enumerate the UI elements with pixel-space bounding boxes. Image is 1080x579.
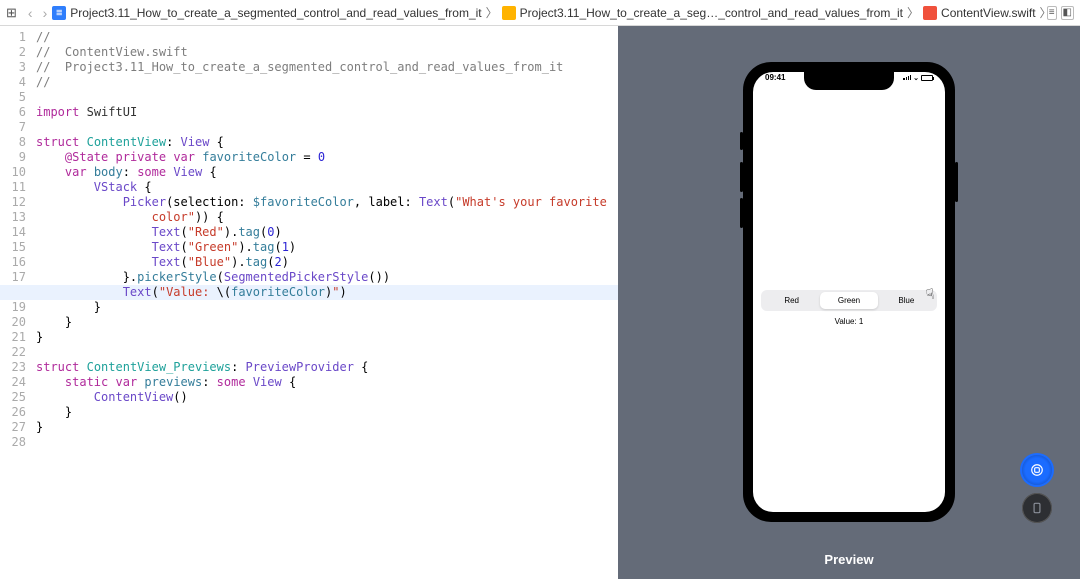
preview-canvas[interactable]: 09:41 ⌄ RedGreenBlue Value: 1 ☟ — [618, 26, 1080, 579]
code-line[interactable]: }.pickerStyle(SegmentedPickerStyle()) — [36, 270, 618, 285]
code-line[interactable]: @State private var favoriteColor = 0 — [36, 150, 618, 165]
battery-icon — [921, 75, 933, 81]
file-icon — [923, 6, 937, 20]
signal-icon — [903, 75, 911, 80]
code-line[interactable]: VStack { — [36, 180, 618, 195]
code-line[interactable]: } — [36, 420, 618, 435]
code-line[interactable]: struct ContentView_Previews: PreviewProv… — [36, 360, 618, 375]
code-line[interactable]: var body: some View { — [36, 165, 618, 180]
code-line[interactable]: } — [36, 405, 618, 420]
breadcrumb-item[interactable]: ContentView.swift — [923, 6, 1036, 20]
live-preview-button[interactable] — [1022, 455, 1052, 485]
code-line[interactable]: color")) { — [36, 210, 618, 225]
segment-green[interactable]: Green — [820, 292, 877, 309]
cursor-icon: ☟ — [925, 285, 936, 303]
code-line[interactable]: } — [36, 315, 618, 330]
code-line[interactable]: ContentView() — [36, 390, 618, 405]
value-label: Value: 1 — [761, 317, 937, 326]
line-gutter: 1234567891011121314151617181920212223242… — [0, 26, 32, 450]
simulator-frame: 09:41 ⌄ RedGreenBlue Value: 1 ☟ — [743, 62, 955, 522]
code-line[interactable]: import SwiftUI — [36, 105, 618, 120]
code-line[interactable] — [36, 120, 618, 135]
nav-back-icon[interactable]: ‹ — [28, 5, 33, 21]
breadcrumb-item[interactable]: ≣ Project3.11_How_to_create_a_segmented_c… — [52, 6, 481, 20]
device-notch — [804, 72, 894, 90]
code-line[interactable]: // ContentView.swift — [36, 45, 618, 60]
wifi-icon: ⌄ — [913, 74, 919, 82]
breadcrumb-item[interactable]: Project3.11_How_to_create_a_seg…_control… — [502, 6, 903, 20]
editor-layout-icons[interactable]: ≡ ◧ — [1047, 6, 1074, 20]
editor-layout-split-icon[interactable]: ◧ — [1061, 6, 1074, 20]
code-line[interactable] — [36, 435, 618, 450]
breadcrumb-label: ContentView.swift — [941, 6, 1036, 20]
code-line[interactable]: } — [36, 300, 618, 315]
breadcrumb-label: Project3.11_How_to_create_a_seg…_control… — [520, 6, 903, 20]
code-line[interactable]: // Project3.11_How_to_create_a_segmented… — [36, 60, 618, 75]
code-line[interactable]: // — [36, 30, 618, 45]
code-line[interactable] — [36, 90, 618, 105]
nav-forward-icon[interactable]: › — [43, 5, 48, 21]
code-line[interactable]: Text("Green").tag(1) — [36, 240, 618, 255]
preview-device-button[interactable] — [1022, 493, 1052, 523]
code-editor[interactable]: 1234567891011121314151617181920212223242… — [0, 26, 618, 579]
code-line[interactable]: Picker(selection: $favoriteColor, label:… — [36, 195, 618, 210]
status-time: 09:41 — [765, 73, 785, 82]
code-line[interactable]: Text("Red").tag(0) — [36, 225, 618, 240]
simulator-screen[interactable]: 09:41 ⌄ RedGreenBlue Value: 1 ☟ — [753, 72, 945, 512]
segment-red[interactable]: Red — [763, 292, 820, 309]
file-icon: ≣ — [52, 6, 66, 20]
preview-label: Preview — [618, 552, 1080, 567]
code-area[interactable]: //// ContentView.swift// Project3.11_How… — [36, 26, 618, 450]
code-line[interactable]: Text("Blue").tag(2) — [36, 255, 618, 270]
related-items-icon[interactable]: ⊞ — [6, 5, 17, 21]
code-line[interactable]: struct ContentView: View { — [36, 135, 618, 150]
code-line[interactable]: // — [36, 75, 618, 90]
breadcrumb-label: Project3.11_How_to_create_a_segmented_co… — [70, 6, 481, 20]
breadcrumb-bar: ⊞ ‹ › ≣ Project3.11_How_to_create_a_segme… — [0, 0, 1080, 26]
segmented-control[interactable]: RedGreenBlue — [761, 290, 937, 311]
file-icon — [502, 6, 516, 20]
editor-layout-icon[interactable]: ≡ — [1047, 6, 1057, 20]
code-line[interactable]: } — [36, 330, 618, 345]
code-line[interactable]: static var previews: some View { — [36, 375, 618, 390]
code-line[interactable]: Text("Value: \(favoriteColor)") — [0, 285, 618, 300]
code-line[interactable] — [36, 345, 618, 360]
